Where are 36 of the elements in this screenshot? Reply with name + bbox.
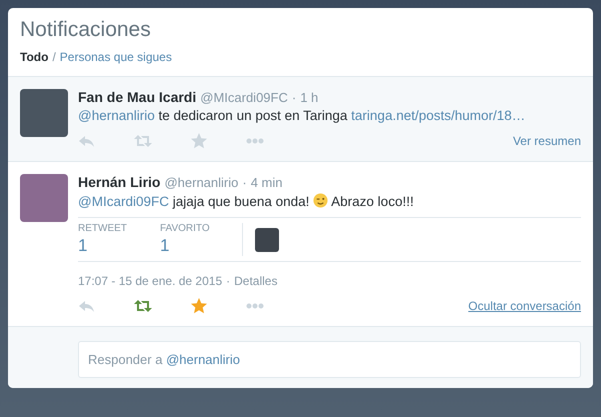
star-icon[interactable] (190, 298, 208, 314)
star-icon[interactable] (190, 133, 208, 149)
user-handle[interactable]: @hernanlirio (164, 175, 238, 190)
details-link[interactable]: Detalles (234, 274, 278, 288)
avatar-photo-placeholder[interactable] (20, 89, 68, 137)
tweet-timestamp[interactable]: 17:07 - 15 de ene. de 2015 (78, 274, 222, 288)
tweet-text: @hernanlirio te dedicaron un post en Taringa taringa.net/posts/humor/18… (78, 108, 526, 123)
filter-tab[interactable]: Personas que sigues (60, 50, 172, 64)
stat-count[interactable]: 1 (160, 236, 242, 256)
tweet-text: @MIcardi09FC jajaja que buena onda! Abrazo loco!!! (78, 193, 415, 209)
stat-label: RETWEET (78, 223, 128, 234)
wink-emoji-icon (313, 193, 328, 208)
tweet-time[interactable]: 4 min (250, 175, 283, 190)
retweet-icon[interactable] (134, 298, 152, 314)
separator-dot: · (242, 175, 247, 190)
mention-link[interactable]: @MIcardi09FC (78, 194, 169, 209)
favoriter-avatar-placeholder[interactable] (255, 228, 279, 252)
reply-icon[interactable] (78, 133, 96, 149)
separator-slash: / (52, 50, 56, 64)
hide-conversation-link[interactable]: Ocultar conversación (468, 299, 581, 313)
stat-label: FAVORITO (160, 223, 211, 234)
separator-dot: · (226, 274, 230, 288)
tweet-time[interactable]: 1 h (300, 90, 318, 105)
avatar-photo-placeholder[interactable] (20, 174, 68, 222)
separator-dot: · (292, 90, 296, 105)
mention-link[interactable]: @hernanlirio (78, 108, 155, 123)
view-summary-link[interactable]: Ver resumen (512, 134, 581, 148)
url-link[interactable]: taringa.net/posts/humor/18… (351, 108, 526, 123)
page-title: Notificaciones (20, 18, 152, 42)
filter-tab[interactable]: Todo (20, 50, 48, 64)
reply-icon[interactable] (78, 298, 96, 314)
user-handle[interactable]: @MIcardi09FC (200, 90, 288, 105)
stat-count[interactable]: 1 (78, 236, 160, 256)
user-name[interactable]: Fan de Mau Icardi (78, 89, 196, 105)
user-name[interactable]: Hernán Lirio (78, 174, 160, 190)
reply-field[interactable]: Responder a @hernanlirio (78, 341, 581, 378)
